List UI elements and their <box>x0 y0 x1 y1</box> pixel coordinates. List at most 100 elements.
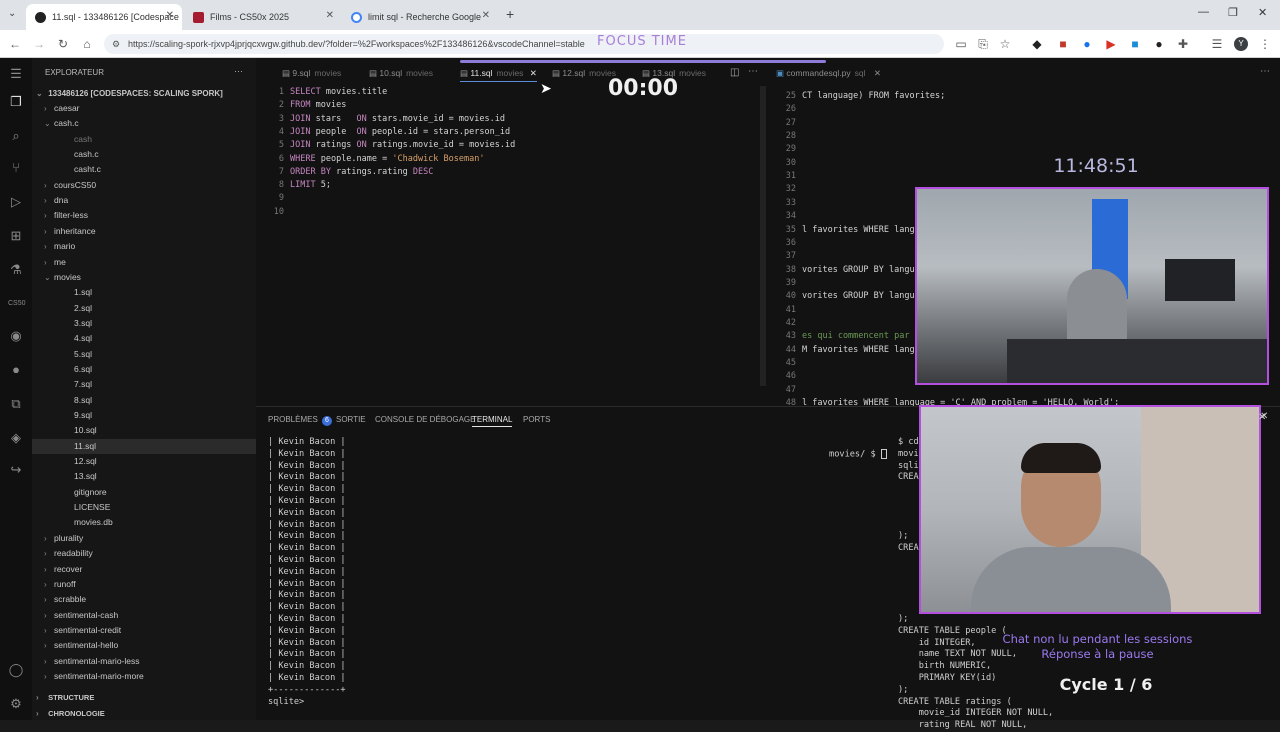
file-item[interactable]: movies.db <box>32 515 256 530</box>
file-item[interactable]: cash.c <box>32 147 256 162</box>
extensions-puzzle-icon[interactable]: ✚ <box>1176 37 1190 51</box>
code-line[interactable]: LIMIT 5; <box>290 179 331 192</box>
file-item[interactable]: 5.sql <box>32 347 256 362</box>
file-item[interactable]: 3.sql <box>32 316 256 331</box>
code-line[interactable]: vorites GROUP BY langu <box>802 264 915 277</box>
close-window-button[interactable]: ✕ <box>1258 6 1267 19</box>
file-item[interactable]: 2.sql <box>32 301 256 316</box>
editor-scrollbar[interactable] <box>760 86 766 386</box>
explorer-icon[interactable]: ❐ <box>8 94 24 110</box>
close-icon[interactable]: ✕ <box>326 10 334 21</box>
file-item[interactable]: 7.sql <box>32 377 256 392</box>
folder-item[interactable]: › readability <box>32 546 256 561</box>
code-line[interactable]: ORDER BY ratings.rating DESC <box>290 166 433 179</box>
browser-tab-google[interactable]: limit sql - Recherche Google ✕ <box>342 4 498 30</box>
bookmark-star-icon[interactable]: ☆ <box>998 37 1012 51</box>
code-line[interactable]: CT language) FROM favorites; <box>802 90 945 103</box>
folder-item[interactable]: › plurality <box>32 531 256 546</box>
address-bar[interactable]: ⚙ https://scaling-spork-rjxvp4jprjqcxwgw… <box>104 34 944 54</box>
live-share-icon[interactable]: ↪ <box>8 462 24 478</box>
close-icon[interactable]: ✕ <box>874 68 881 78</box>
more-actions-icon[interactable]: ⋯ <box>1260 66 1270 77</box>
forward-icon[interactable]: → <box>32 37 46 51</box>
file-item[interactable]: 4.sql <box>32 331 256 346</box>
file-item[interactable]: 1.sql <box>32 285 256 300</box>
folder-item[interactable]: › sentimental-mario-more <box>32 669 256 684</box>
split-editor-icon[interactable]: ◫ <box>730 67 739 78</box>
folder-item[interactable]: ⌄ movies <box>32 270 256 285</box>
extensions-icon[interactable]: ⊞ <box>8 228 24 244</box>
code-line[interactable]: JOIN people ON people.id = stars.person_… <box>290 126 510 139</box>
site-info-icon[interactable]: ⚙ <box>112 34 120 54</box>
menu-icon[interactable]: ☰ <box>8 66 24 82</box>
code-line[interactable]: JOIN stars ON stars.movie_id = movies.id <box>290 113 505 126</box>
folder-item[interactable]: › filter-less <box>32 208 256 223</box>
duck-icon[interactable]: ◉ <box>8 328 24 344</box>
file-item[interactable]: LICENSE <box>32 500 256 515</box>
code-line[interactable]: vorites GROUP BY langu <box>802 290 915 303</box>
folder-item[interactable]: › sentimental-credit <box>32 623 256 638</box>
testing-icon[interactable]: ⚗ <box>8 262 24 278</box>
code-line[interactable]: es qui commencent par <box>802 330 909 343</box>
file-item[interactable]: 10.sql <box>32 423 256 438</box>
folder-item[interactable]: › sentimental-mario-less <box>32 654 256 669</box>
avatar[interactable]: Y <box>1234 37 1248 51</box>
file-item[interactable]: casht.c <box>32 162 256 177</box>
cast-icon[interactable]: ⎘ <box>976 37 990 51</box>
tab-problems[interactable]: PROBLÈMES 6 <box>268 413 332 427</box>
folder-item[interactable]: › recover <box>32 562 256 577</box>
folder-item[interactable]: › scrabble <box>32 592 256 607</box>
restore-button[interactable]: ❐ <box>1228 6 1238 19</box>
structure-section[interactable]: › STRUCTURE <box>32 690 256 705</box>
extension-icon[interactable]: ◆ <box>1030 37 1044 51</box>
code-line[interactable]: FROM movies <box>290 99 346 112</box>
python-icon[interactable]: ◈ <box>8 430 24 446</box>
file-item[interactable]: cash <box>32 132 256 147</box>
source-control-icon[interactable]: ⑂ <box>8 160 24 176</box>
extension-icon[interactable]: ▶ <box>1104 37 1118 51</box>
account-icon[interactable]: ◯ <box>8 662 24 678</box>
extension-icon[interactable]: ● <box>1152 37 1166 51</box>
code-line[interactable]: SELECT movies.title <box>290 86 387 99</box>
file-item[interactable]: 12.sql <box>32 454 256 469</box>
code-line[interactable]: JOIN ratings ON ratings.movie_id = movie… <box>290 139 515 152</box>
new-tab-button[interactable]: + <box>506 6 514 22</box>
file-item[interactable]: 8.sql <box>32 393 256 408</box>
tab-9-sql[interactable]: ▤ 9.sql movies <box>282 64 341 82</box>
reload-icon[interactable]: ↻ <box>56 37 70 51</box>
close-icon[interactable]: ✕ <box>166 10 174 21</box>
code-line[interactable]: M favorites WHERE lang <box>802 344 915 357</box>
more-actions-icon[interactable]: ⋯ <box>234 66 243 77</box>
browser-tab-codespace[interactable]: 11.sql - 133486126 [Codespace ✕ <box>26 4 182 30</box>
file-item[interactable]: gitignore <box>32 485 256 500</box>
file-item[interactable]: 11.sql <box>32 438 256 454</box>
close-icon[interactable]: ✕ <box>1258 412 1266 423</box>
tab-10-sql[interactable]: ▤ 10.sql movies <box>369 64 433 82</box>
code-line[interactable]: WHERE people.name = 'Chadwick Boseman' <box>290 153 484 166</box>
browser-tab-films[interactable]: Films - CS50x 2025 ✕ <box>184 4 342 30</box>
remote-explorer-icon[interactable]: ⧉ <box>8 396 24 412</box>
tab-search-icon[interactable]: ⌄ <box>8 8 16 19</box>
extension-icon[interactable]: ● <box>1080 37 1094 51</box>
code-line[interactable]: l favorites WHERE langu <box>802 224 920 237</box>
home-icon[interactable]: ⌂ <box>80 37 94 51</box>
minimize-button[interactable]: — <box>1198 6 1209 18</box>
search-icon[interactable]: ⌕ <box>8 128 24 144</box>
back-icon[interactable]: ← <box>8 37 22 51</box>
tab-terminal[interactable]: TERMINAL <box>472 413 513 427</box>
file-item[interactable]: 6.sql <box>32 362 256 377</box>
folder-item[interactable]: › mario <box>32 239 256 254</box>
tab-ports[interactable]: PORTS <box>523 413 550 427</box>
folder-item[interactable]: › sentimental-cash <box>32 608 256 623</box>
cs50-icon[interactable]: CS50 <box>8 296 26 312</box>
file-item[interactable]: 13.sql <box>32 469 256 484</box>
folder-item[interactable]: › inheritance <box>32 224 256 239</box>
close-icon[interactable]: ✕ <box>482 10 490 21</box>
folder-item[interactable]: › runoff <box>32 577 256 592</box>
run-debug-icon[interactable]: ▷ <box>8 194 24 210</box>
install-app-icon[interactable]: ▭ <box>954 37 968 51</box>
reading-list-icon[interactable]: ☰ <box>1210 37 1224 51</box>
folder-item[interactable]: ⌄ cash.c <box>32 116 256 131</box>
tab-commandesql[interactable]: ▣ commandesql.py sql ✕ <box>776 64 881 82</box>
workspace-root[interactable]: ⌄ 133486126 [CODESPACES: SCALING SPORK] <box>32 86 256 101</box>
